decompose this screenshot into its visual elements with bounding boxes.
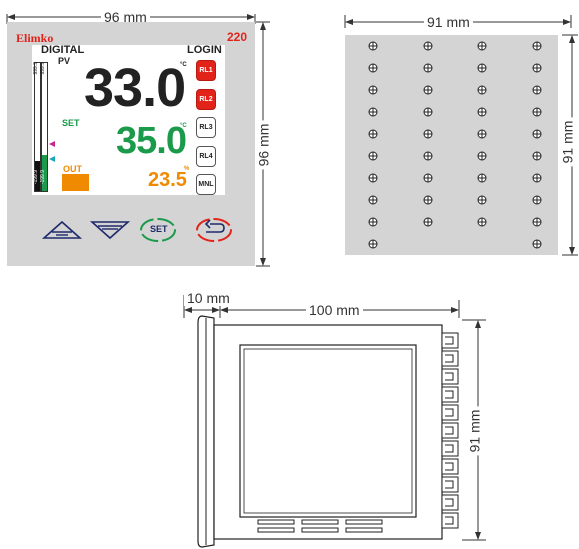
terminal-block (441, 440, 459, 457)
bar-top-1: 999.9 (33, 62, 39, 75)
terminal-block (441, 422, 459, 439)
mounting-hole (423, 151, 433, 161)
mounting-hole (368, 173, 378, 183)
mounting-hole (532, 107, 542, 117)
terminal-block (441, 404, 459, 421)
mounting-hole (368, 85, 378, 95)
terminal-block (441, 476, 459, 493)
mounting-hole (477, 173, 487, 183)
terminal-block (441, 386, 459, 403)
side-bezel-label: 10 mm (184, 290, 233, 306)
mounting-hole (532, 195, 542, 205)
login-label: LOGIN (187, 44, 222, 56)
terminal-block (441, 350, 459, 367)
out-value: 23.5 (148, 169, 187, 191)
side-body (197, 315, 459, 548)
mounting-hole (477, 129, 487, 139)
bar-bottom-2: -199.9 (40, 170, 46, 185)
mounting-holes (368, 41, 542, 249)
relay-rl3: RL3 (196, 117, 216, 138)
mounting-hole (532, 239, 542, 249)
mounting-hole (368, 239, 378, 249)
mounting-hole (477, 195, 487, 205)
mounting-hole (423, 107, 433, 117)
mounting-hole (532, 63, 542, 73)
pv-label: PV (58, 56, 71, 66)
mounting-hole (532, 85, 542, 95)
relay-mnl: MNL (196, 174, 216, 195)
bar-pointers (49, 141, 55, 162)
mounting-hole (368, 217, 378, 227)
front-buttons (41, 218, 232, 242)
mounting-hole (532, 129, 542, 139)
terminal-block (441, 494, 459, 511)
terminal-block (441, 332, 459, 349)
set-unit: °C (180, 123, 187, 129)
mounting-hole (368, 151, 378, 161)
terminal-block (441, 458, 459, 475)
out-label: OUT (63, 164, 82, 174)
front-height-label: 96 mm (255, 120, 272, 170)
mounting-hole (477, 41, 487, 51)
mounting-hole (532, 151, 542, 161)
bar-bottom-1: -199.9 (33, 170, 39, 185)
mounting-hole (423, 63, 433, 73)
mounting-hole (368, 195, 378, 205)
mounting-hole (477, 217, 487, 227)
mode-label: DIGITAL (41, 44, 85, 56)
mounting-hole (368, 129, 378, 139)
mounting-hole (477, 63, 487, 73)
set-button-label: SET (150, 224, 168, 234)
out-bar (62, 174, 89, 191)
relay-rl2: RL2 (196, 89, 216, 110)
set-label: SET (62, 118, 80, 128)
set-value: 35.0 (116, 120, 187, 162)
mounting-hole (423, 129, 433, 139)
terminal-block (441, 368, 459, 385)
mounting-hole (423, 173, 433, 183)
mounting-hole (423, 217, 433, 227)
bar-top-2: 999.9 (40, 62, 46, 75)
mounting-hole (477, 151, 487, 161)
mounting-hole (368, 63, 378, 73)
cutout-width-label: 91 mm (424, 14, 473, 30)
cutout-height-label: 91 mm (559, 117, 576, 167)
mounting-hole (368, 41, 378, 51)
mounting-hole (532, 173, 542, 183)
mounting-hole (532, 217, 542, 227)
down-arrow-button[interactable] (89, 221, 131, 240)
mounting-hole (477, 85, 487, 95)
mounting-hole (423, 41, 433, 51)
mounting-hole (423, 195, 433, 205)
pv-value: 33.0 (84, 58, 186, 118)
out-unit: % (184, 166, 190, 172)
up-arrow-button[interactable] (41, 220, 83, 239)
terminal-block (441, 512, 459, 529)
mounting-hole (477, 107, 487, 117)
model-number: 220 (227, 30, 248, 44)
mounting-hole (368, 107, 378, 117)
relay-rl4: RL4 (196, 146, 216, 167)
return-button[interactable] (196, 218, 232, 242)
mounting-hole (423, 85, 433, 95)
mounting-hole (532, 41, 542, 51)
pv-unit: °C (180, 62, 187, 68)
relay-rl1: RL1 (196, 60, 216, 81)
